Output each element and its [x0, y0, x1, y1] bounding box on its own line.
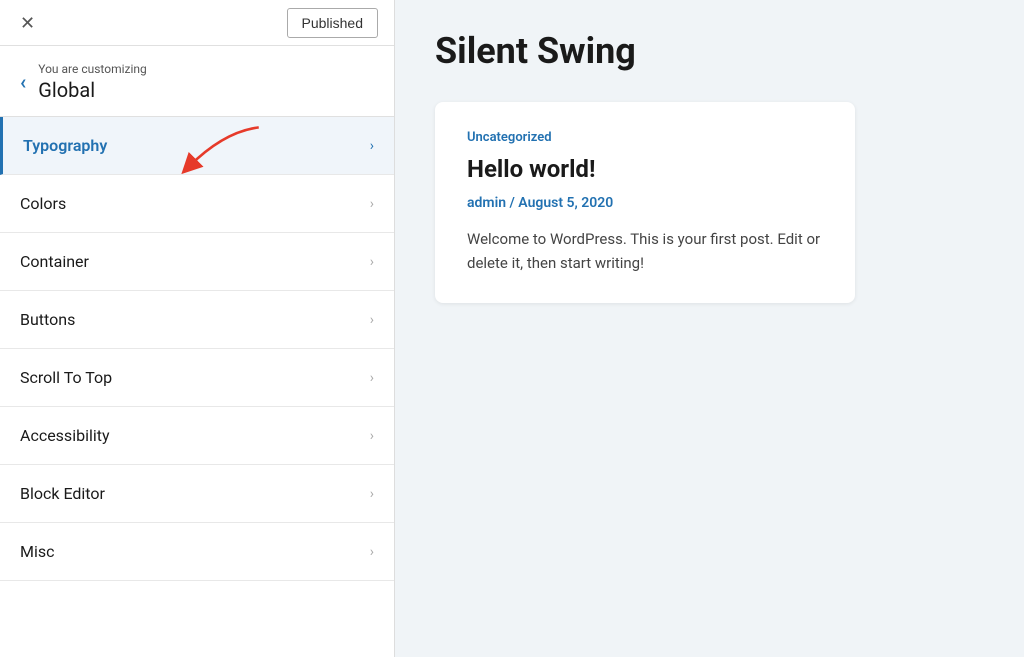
- chevron-icon-typography: ›: [370, 138, 374, 154]
- post-card: Uncategorized Hello world! admin / Augus…: [435, 102, 855, 303]
- chevron-icon-scroll-to-top: ›: [370, 370, 374, 386]
- customizing-label: You are customizing: [38, 62, 147, 76]
- context-text: You are customizing Global: [38, 62, 147, 102]
- chevron-icon-colors: ›: [370, 196, 374, 212]
- chevron-icon-misc: ›: [370, 544, 374, 560]
- nav-label-typography: Typography: [23, 136, 107, 155]
- chevron-icon-accessibility: ›: [370, 428, 374, 444]
- nav-item-buttons[interactable]: Buttons ›: [0, 291, 394, 349]
- post-category[interactable]: Uncategorized: [467, 130, 823, 145]
- nav-label-buttons: Buttons: [20, 310, 75, 329]
- nav-item-scroll-to-top[interactable]: Scroll To Top ›: [0, 349, 394, 407]
- close-button[interactable]: ✕: [16, 10, 39, 36]
- chevron-icon-buttons: ›: [370, 312, 374, 328]
- nav-label-scroll-to-top: Scroll To Top: [20, 368, 112, 387]
- post-meta: admin / August 5, 2020: [467, 195, 823, 211]
- section-title: Global: [38, 78, 147, 102]
- published-button[interactable]: Published: [287, 8, 379, 38]
- nav-item-block-editor[interactable]: Block Editor ›: [0, 465, 394, 523]
- nav-list: Typography › Colors › Container › Button…: [0, 117, 394, 581]
- main-content: Silent Swing Uncategorized Hello world! …: [395, 0, 1024, 657]
- sidebar-context: ‹ You are customizing Global: [0, 46, 394, 117]
- nav-item-misc[interactable]: Misc ›: [0, 523, 394, 581]
- post-excerpt: Welcome to WordPress. This is your first…: [467, 227, 823, 275]
- back-button[interactable]: ‹: [20, 72, 26, 92]
- nav-item-colors[interactable]: Colors ›: [0, 175, 394, 233]
- nav-item-container[interactable]: Container ›: [0, 233, 394, 291]
- nav-label-misc: Misc: [20, 542, 55, 561]
- post-title: Hello world!: [467, 155, 823, 183]
- sidebar: ✕ Published ‹ You are customizing Global…: [0, 0, 395, 657]
- nav-label-container: Container: [20, 252, 89, 271]
- chevron-icon-block-editor: ›: [370, 486, 374, 502]
- page-title: Silent Swing: [435, 30, 984, 72]
- chevron-icon-container: ›: [370, 254, 374, 270]
- sidebar-top-bar: ✕ Published: [0, 0, 394, 46]
- nav-label-block-editor: Block Editor: [20, 484, 105, 503]
- nav-item-typography[interactable]: Typography ›: [0, 117, 394, 175]
- nav-item-accessibility[interactable]: Accessibility ›: [0, 407, 394, 465]
- nav-label-accessibility: Accessibility: [20, 426, 110, 445]
- nav-label-colors: Colors: [20, 194, 66, 213]
